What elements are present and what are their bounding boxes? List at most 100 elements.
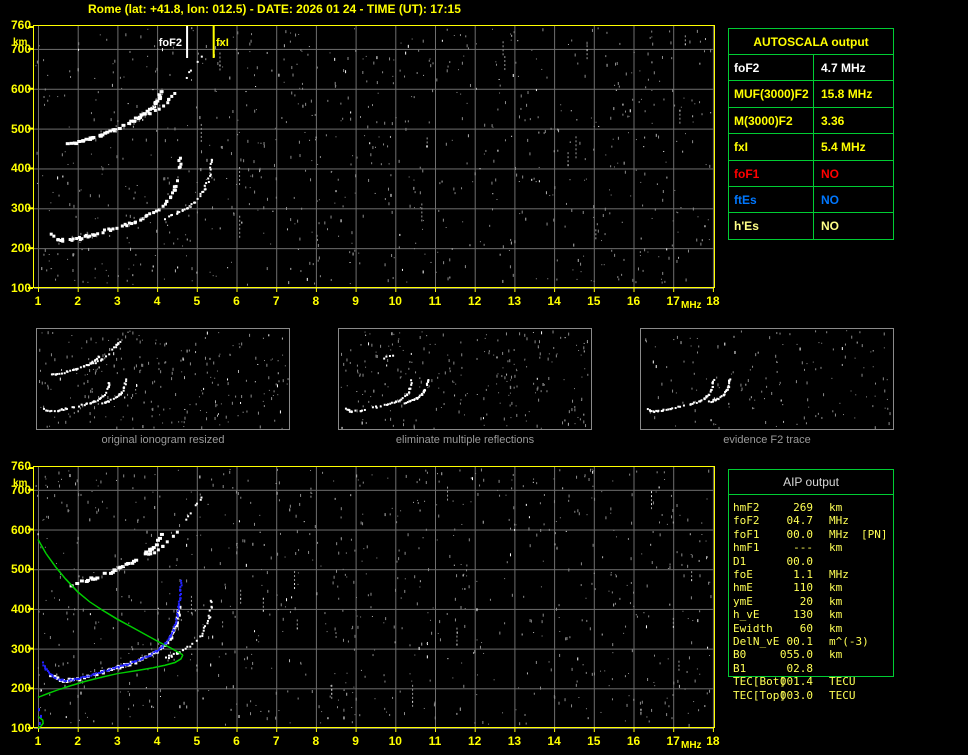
aip-u: TECU — [829, 689, 856, 702]
x-tick-13: 13 — [502, 294, 526, 308]
x-tick-16: 16 — [622, 734, 646, 748]
x-axis-unit: MHz — [681, 740, 702, 751]
x-tick-14: 14 — [542, 734, 566, 748]
aip-v: --- — [771, 541, 813, 554]
x-tick-2: 2 — [66, 734, 90, 748]
autoscala-table-title: AUTOSCALA output — [729, 35, 893, 49]
aip-u: km — [829, 501, 842, 514]
aip-row-Ewidth: Ewidth60km — [729, 622, 899, 635]
y-tick-400: 400 — [1, 161, 31, 175]
x-tick-7: 7 — [264, 294, 288, 308]
aip-v: 20 — [771, 595, 813, 608]
aip-row-B1: B1 02.8 — [729, 662, 899, 675]
x-tick-1: 1 — [26, 294, 50, 308]
aip-l: foF2 — [733, 514, 760, 527]
autoscala-row-value: 3.36 — [821, 114, 844, 128]
autoscala-row-MUF(3000)F2: MUF(3000)F2 15.8 MHz — [729, 80, 893, 107]
aip-u: m^(-3) — [829, 635, 869, 648]
x-axis-unit: MHz — [681, 300, 702, 311]
y-tick-300: 300 — [1, 642, 31, 656]
aip-row-hmF2: hmF2 269 km — [729, 501, 899, 514]
x-tick-11: 11 — [423, 294, 447, 308]
aip-u: km — [829, 648, 842, 661]
aip-v: 02.8 — [771, 662, 813, 675]
autoscala-row-label: M(3000)F2 — [734, 114, 793, 128]
aip-u: km — [829, 581, 842, 594]
x-tick-18: 18 — [701, 734, 725, 748]
x-tick-9: 9 — [344, 294, 368, 308]
panel-caption-2: eliminate multiple reflections — [339, 434, 591, 446]
aip-u: MHz — [829, 514, 849, 527]
aip-u: km — [829, 608, 842, 621]
autoscala-row-label: foF2 — [734, 61, 759, 75]
x-tick-14: 14 — [542, 294, 566, 308]
autoscala-row-foF2: foF24.7 MHz — [729, 54, 893, 81]
y-tick-600: 600 — [1, 82, 31, 96]
x-tick-7: 7 — [264, 734, 288, 748]
x-tick-1: 1 — [26, 734, 50, 748]
autoscala-screen: Rome (lat: +41.8, lon: 012.5) - DATE: 20… — [0, 0, 968, 755]
autoscala-row-label: ftEs — [734, 193, 757, 207]
autoscala-row-label: MUF(3000)F2 — [734, 87, 809, 101]
aip-output-table: AIP output hmF2269kmfoF204.7MHzfoF100.0M… — [728, 469, 894, 677]
panel-caption-1: original ionogram resized — [37, 434, 289, 446]
aip-v: 001.4 — [771, 675, 813, 688]
y-tick-100: 100 — [1, 281, 31, 295]
aip-u: MHz — [829, 568, 849, 581]
x-tick-8: 8 — [304, 294, 328, 308]
y-tick-100: 100 — [1, 721, 31, 735]
autoscala-row-value: NO — [821, 219, 839, 233]
autoscala-output-table: AUTOSCALA output foF24.7 MHz MUF(3000)F2 1… — [728, 28, 894, 240]
aip-l: D1 — [733, 555, 746, 568]
x-tick-6: 6 — [225, 294, 249, 308]
aip-v: 130 — [771, 608, 813, 621]
x-tick-15: 15 — [582, 294, 606, 308]
y-tick-500: 500 — [1, 122, 31, 136]
aip-u: km — [829, 595, 842, 608]
y-tick-760: 760 — [1, 18, 31, 32]
aip-v: 269 — [771, 501, 813, 514]
y-axis-unit: km — [13, 478, 27, 489]
autoscala-row-value: NO — [821, 193, 839, 207]
aip-u: km — [829, 541, 842, 554]
aip-row-DelN_vE: DelN_vE00.1m^(-3) — [729, 635, 899, 648]
aip-row-foF2: foF204.7MHz — [729, 514, 899, 527]
aip-l: h_vE — [733, 608, 760, 621]
aip-l: B1 — [733, 662, 746, 675]
autoscala-row-h'Es: h'Es NO — [729, 212, 893, 239]
x-tick-8: 8 — [304, 734, 328, 748]
x-tick-12: 12 — [463, 294, 487, 308]
autoscala-row-value: 15.8 MHz — [821, 87, 872, 101]
x-tick-16: 16 — [622, 294, 646, 308]
aip-n: [PN] — [861, 528, 888, 541]
aip-row-ymE: ymE20km — [729, 595, 899, 608]
autoscala-row-fxI: fxI 5.4 MHz — [729, 133, 893, 160]
y-tick-400: 400 — [1, 602, 31, 616]
panel-caption-3: evidence F2 trace — [641, 434, 893, 446]
aip-row-hmE: hmE110km — [729, 581, 899, 594]
x-tick-5: 5 — [185, 734, 209, 748]
x-tick-9: 9 — [344, 734, 368, 748]
aip-v: 1.1 — [771, 568, 813, 581]
x-tick-6: 6 — [225, 734, 249, 748]
x-tick-18: 18 — [701, 294, 725, 308]
panel-original-ionogram — [36, 328, 290, 430]
aip-l: B0 — [733, 648, 746, 661]
aip-v: 00.1 — [771, 635, 813, 648]
autoscala-row-label: h'Es — [734, 219, 759, 233]
autoscala-row-value: 5.4 MHz — [821, 140, 866, 154]
y-tick-200: 200 — [1, 681, 31, 695]
aip-v: 055.0 — [771, 648, 813, 661]
y-tick-600: 600 — [1, 523, 31, 537]
aip-u: MHz — [829, 528, 849, 541]
autoscala-row-label: fxI — [734, 140, 748, 154]
ionogram-plot-top — [27, 25, 716, 295]
aip-v: 110 — [771, 581, 813, 594]
aip-l: foF1 — [733, 528, 760, 541]
panel-evidence-f2 — [640, 328, 894, 430]
x-tick-3: 3 — [105, 294, 129, 308]
autoscala-row-ftEs: ftEs NO — [729, 186, 893, 213]
aip-l: hmF2 — [733, 501, 760, 514]
aip-row-foF1: foF100.0MHz[PN] — [729, 528, 899, 541]
y-axis-unit: km — [13, 37, 27, 48]
